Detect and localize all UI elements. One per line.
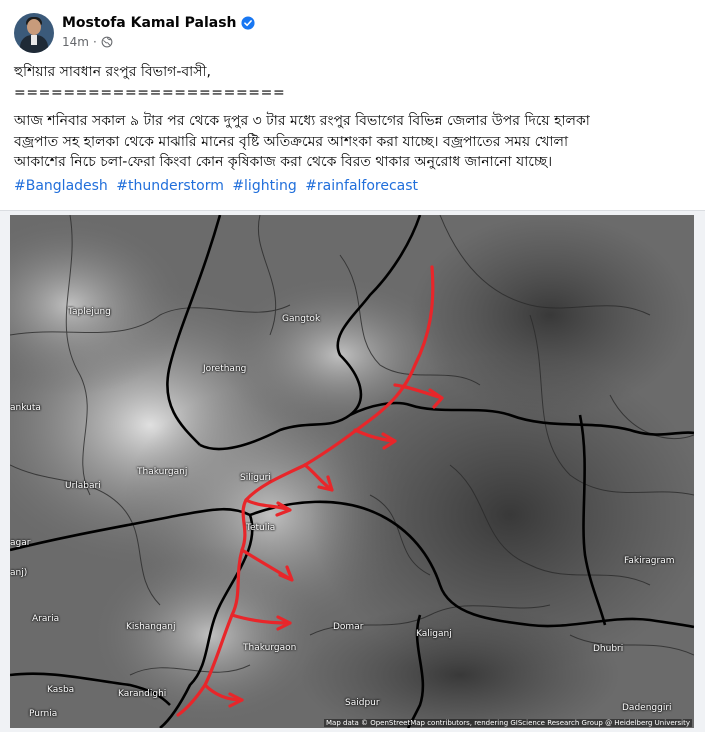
map-label: Tetulia xyxy=(246,523,276,533)
map-label: Karandighi xyxy=(118,689,167,699)
map-graphic xyxy=(10,215,694,728)
map-label: Kasba xyxy=(47,685,75,695)
map-label: Saidpur xyxy=(345,698,380,708)
map-label: Fakiragram xyxy=(624,556,675,566)
map-label: Dhubri xyxy=(593,644,624,654)
map-attribution: Map data © OpenStreetMap contributors, r… xyxy=(324,719,692,727)
author-name[interactable]: Mostofa Kamal Palash xyxy=(62,15,237,31)
map-label: Domar xyxy=(333,622,364,632)
map-label: Purnia xyxy=(29,709,58,719)
hashtag-link[interactable]: #Bangladesh xyxy=(14,178,108,194)
map-label: Araria xyxy=(32,614,60,624)
hashtag-list: #Bangladesh #thunderstorm #lighting #rai… xyxy=(14,178,422,194)
map-label: Thakurganj xyxy=(137,467,188,477)
post-body-line: আকাশের নিচে চলা-ফেরা কিংবা কোন কৃষিকাজ ক… xyxy=(14,154,553,170)
map-label: agar xyxy=(10,538,31,548)
hashtag-link[interactable]: #thunderstorm xyxy=(116,178,224,194)
post-body-line: আজ শনিবার সকাল ৯ টার পর থেকে দুপুর ৩ টার… xyxy=(14,113,590,129)
hashtag-link[interactable]: #rainfalforecast xyxy=(305,178,418,194)
post-divider-line: ====================== xyxy=(14,84,286,101)
map-label: ankuta xyxy=(10,403,41,413)
post-header: Mostofa Kamal Palash 14m · xyxy=(14,13,255,57)
meta-separator: · xyxy=(92,35,97,49)
post-time[interactable]: 14m xyxy=(62,35,89,49)
map-label: Urlabari xyxy=(65,481,101,491)
map-label: anj) xyxy=(10,568,28,578)
map-label: Jorethang xyxy=(203,364,247,374)
author-avatar[interactable] xyxy=(14,13,54,53)
post-image-area[interactable]: Taplejung Gangtok Jorethang ankuta Silig… xyxy=(0,211,705,732)
post-title-line: হুশিয়ার সাবধান রংপুর বিভাগ-বাসী, xyxy=(14,64,211,80)
map-label: Dadenggiri xyxy=(622,703,672,713)
satellite-map-image[interactable]: Taplejung Gangtok Jorethang ankuta Silig… xyxy=(10,215,694,728)
map-label: Gangtok xyxy=(282,314,321,324)
facebook-post: Mostofa Kamal Palash 14m · হুশিয়ার সাবধ… xyxy=(0,0,705,732)
globe-icon xyxy=(101,36,113,48)
post-text: হুশিয়ার সাবধান রংপুর বিভাগ-বাসী, ======… xyxy=(14,62,694,173)
post-body-line: বজ্রপাত সহ হালকা থেকে মাঝারি মানের বৃষ্ট… xyxy=(14,133,569,150)
map-label: Thakurgaon xyxy=(243,643,297,653)
verified-badge-icon xyxy=(240,16,255,30)
map-label: Kaliganj xyxy=(416,629,452,639)
map-label: Kishanganj xyxy=(126,622,176,632)
hashtag-link[interactable]: #lighting xyxy=(232,178,296,194)
map-label: Taplejung xyxy=(68,307,111,317)
post-meta: Mostofa Kamal Palash 14m · xyxy=(62,13,255,57)
map-label: Siliguri xyxy=(240,473,271,483)
